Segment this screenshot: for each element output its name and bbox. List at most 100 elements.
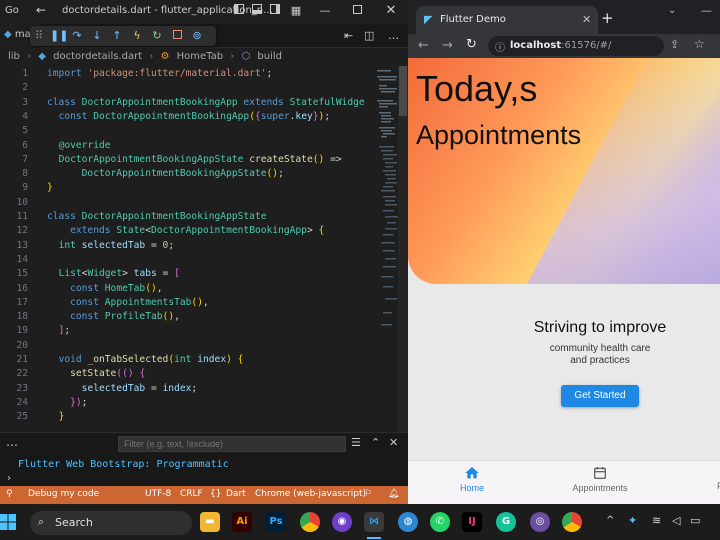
status-device[interactable]: Chrome (web-javascript) bbox=[255, 489, 366, 499]
chrome-profile-icon[interactable] bbox=[300, 512, 320, 532]
code-line[interactable]: selectedTab = index; bbox=[47, 383, 198, 394]
line-number: 16 bbox=[16, 282, 28, 294]
nav-appointments[interactable]: Appointments bbox=[560, 465, 640, 493]
output-filter-input[interactable] bbox=[118, 436, 346, 452]
minimize-icon[interactable]: — bbox=[701, 4, 712, 17]
tab-search-icon[interactable]: ⌄ bbox=[668, 5, 676, 16]
forward-icon[interactable]: → bbox=[442, 38, 453, 53]
wifi-icon[interactable]: ≋ bbox=[652, 514, 661, 527]
chevron-up-icon[interactable]: ^ bbox=[606, 515, 614, 526]
code-line[interactable]: DoctorAppointmentBookingAppState(); bbox=[47, 168, 284, 179]
code-line[interactable]: }); bbox=[47, 397, 87, 408]
code-line[interactable]: import 'package:flutter/material.dart'; bbox=[47, 68, 272, 79]
whatsapp-icon[interactable]: ✆ bbox=[430, 512, 450, 532]
stop-icon[interactable] bbox=[170, 29, 184, 43]
code-line[interactable]: } bbox=[47, 182, 53, 193]
code-line[interactable]: void _onTabSelected(int index) { bbox=[47, 354, 244, 365]
jetbrains-icon[interactable]: IJ bbox=[462, 512, 482, 532]
browser-app-icon[interactable]: ◎ bbox=[530, 512, 550, 532]
vscode-taskbar-icon[interactable]: ⋈ bbox=[364, 512, 384, 532]
toggle-panel-icon[interactable] bbox=[250, 4, 264, 18]
share-icon[interactable]: ⇪ bbox=[670, 38, 679, 51]
volume-icon[interactable]: ◁ bbox=[672, 514, 680, 527]
restart-icon[interactable]: ↻ bbox=[150, 29, 164, 43]
code-line[interactable]: List<Widget> tabs = [ bbox=[47, 268, 180, 279]
illustrator-icon[interactable]: Ai bbox=[232, 512, 252, 532]
close-icon[interactable]: ✕ bbox=[384, 4, 398, 18]
grammarly-icon[interactable]: G bbox=[496, 512, 516, 532]
breadcrumb-lib[interactable]: lib bbox=[8, 51, 20, 62]
customize-layout-icon[interactable]: ▦ bbox=[289, 4, 303, 18]
code-line[interactable]: class DoctorAppointmentBookingApp extend… bbox=[47, 97, 365, 108]
code-line[interactable]: const ProfileTab(), bbox=[47, 311, 180, 322]
browser-tab[interactable]: ◤ Flutter Demo ✕ bbox=[416, 6, 598, 34]
maximize-icon[interactable] bbox=[350, 4, 364, 18]
menu-go[interactable]: Go bbox=[5, 5, 19, 16]
more-icon[interactable]: … bbox=[6, 435, 18, 449]
code-line[interactable]: extends State<DoctorAppointmentBookingAp… bbox=[47, 225, 324, 236]
github-desktop-icon[interactable]: ◉ bbox=[332, 512, 352, 532]
drag-handle-icon[interactable]: ⠿ bbox=[32, 29, 46, 43]
status-encoding[interactable]: UTF-8 bbox=[145, 489, 171, 499]
address-bar[interactable]: ⓘ localhost:61576/#/ bbox=[488, 36, 664, 56]
code-line[interactable]: @override bbox=[47, 140, 111, 151]
back-arrow-icon[interactable]: ← bbox=[36, 3, 46, 17]
breadcrumb-file[interactable]: doctordetails.dart bbox=[53, 51, 142, 62]
search-icon: ⌕ bbox=[38, 515, 45, 528]
split-editor-icon[interactable]: ◫ bbox=[364, 29, 374, 42]
nav-home[interactable]: Home bbox=[432, 465, 512, 493]
more-actions-icon[interactable]: … bbox=[388, 29, 399, 42]
hero-subtitle: Appointments bbox=[416, 120, 582, 150]
step-over-icon[interactable]: ↷ bbox=[70, 29, 84, 43]
file-explorer-icon[interactable]: ▬ bbox=[200, 512, 220, 532]
pause-icon[interactable]: ❚❚ bbox=[50, 29, 68, 43]
get-started-button[interactable]: Get Started bbox=[561, 385, 639, 407]
toggle-secondary-sidebar-icon[interactable] bbox=[268, 4, 282, 18]
photoshop-icon[interactable]: Ps bbox=[266, 512, 286, 532]
chrome-icon[interactable] bbox=[562, 512, 582, 532]
minimap[interactable] bbox=[376, 66, 398, 336]
code-line[interactable]: setState(() { bbox=[47, 368, 145, 379]
list-icon[interactable]: ☰ bbox=[351, 436, 361, 449]
new-tab-icon[interactable]: + bbox=[601, 9, 614, 27]
code-line[interactable]: int selectedTab = 0; bbox=[47, 240, 175, 251]
devtools-search-icon[interactable]: ⊚ bbox=[190, 29, 204, 43]
status-language[interactable]: Dart bbox=[226, 489, 246, 499]
notifications-icon[interactable]: 🔔︎ bbox=[388, 489, 399, 499]
editor-scrollbar[interactable] bbox=[398, 66, 408, 432]
close-tab-icon[interactable]: ✕ bbox=[582, 13, 591, 26]
code-line[interactable]: const AppointmentsTab(), bbox=[47, 297, 209, 308]
code-line[interactable]: DoctorAppointmentBookingAppState createS… bbox=[47, 154, 342, 165]
step-into-icon[interactable]: ↓ bbox=[90, 29, 104, 43]
code-line[interactable]: ]; bbox=[47, 325, 71, 336]
feedback-icon[interactable]: ⚐ bbox=[364, 489, 372, 499]
back-icon[interactable]: ← bbox=[418, 38, 429, 53]
reload-icon[interactable]: ↻ bbox=[466, 37, 477, 52]
open-changes-icon[interactable]: ⇤ bbox=[344, 29, 353, 42]
windows-start-icon[interactable] bbox=[0, 514, 16, 530]
scrollbar-thumb[interactable] bbox=[399, 66, 407, 116]
toggle-sidebar-icon[interactable] bbox=[232, 4, 246, 18]
close-panel-icon[interactable]: ✕ bbox=[389, 436, 398, 449]
status-debug-profile[interactable]: Debug my code bbox=[28, 489, 99, 499]
tray-app-icon[interactable]: ✦ bbox=[628, 514, 637, 527]
code-line[interactable]: const HomeTab(), bbox=[47, 283, 162, 294]
minimize-icon[interactable]: — bbox=[318, 4, 332, 18]
taskbar-search[interactable]: ⌕ Search bbox=[30, 511, 192, 535]
code-line[interactable]: const DoctorAppointmentBookingApp({super… bbox=[47, 111, 331, 122]
code-editor[interactable]: 1 import 'package:flutter/material.dart';… bbox=[0, 66, 396, 432]
site-info-icon[interactable]: ⓘ bbox=[495, 39, 505, 54]
status-eol[interactable]: CRLF bbox=[180, 489, 203, 499]
app-icon[interactable]: ◍ bbox=[398, 512, 418, 532]
breadcrumb-method[interactable]: build bbox=[257, 51, 282, 62]
battery-icon[interactable]: ▭ bbox=[690, 514, 700, 527]
bookmark-star-icon[interactable]: ☆ bbox=[694, 37, 705, 51]
code-line[interactable]: } bbox=[47, 411, 65, 422]
breadcrumb: lib › ◆ doctordetails.dart › ⚙ HomeTab ›… bbox=[0, 48, 408, 66]
code-line[interactable]: class DoctorAppointmentBookingAppState bbox=[47, 211, 267, 222]
breadcrumb-class[interactable]: HomeTab bbox=[177, 51, 223, 62]
step-out-icon[interactable]: ↑ bbox=[110, 29, 124, 43]
nav-profile[interactable]: P bbox=[680, 465, 720, 491]
chevron-up-icon[interactable]: ⌃ bbox=[371, 436, 380, 449]
hot-reload-icon[interactable]: ϟ bbox=[130, 29, 144, 43]
